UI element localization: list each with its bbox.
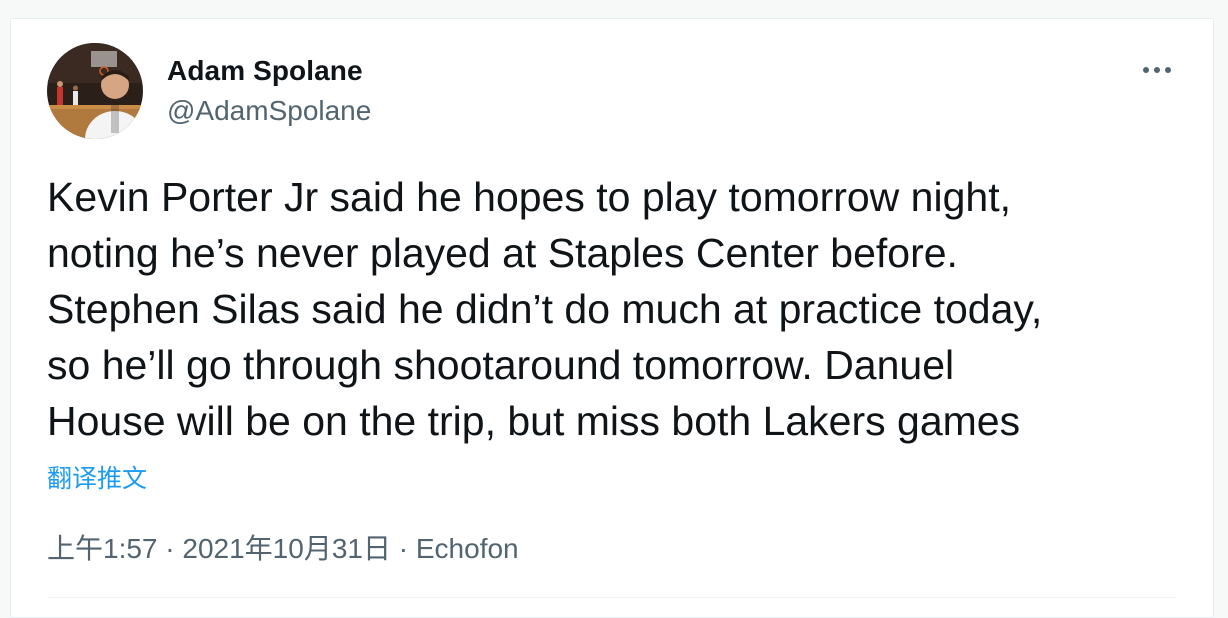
more-options-button[interactable] (1139, 55, 1175, 85)
translate-tweet-link[interactable]: 翻译推文 (47, 459, 147, 495)
author-name[interactable]: Adam Spolane (167, 55, 363, 87)
tweet-card: Adam Spolane @AdamSpolane Kevin Porter J… (10, 18, 1214, 618)
divider (47, 597, 1177, 598)
avatar[interactable] (47, 43, 143, 139)
tweet-date[interactable]: 2021年10月31日 (182, 533, 391, 564)
tweet-source[interactable]: Echofon (416, 533, 519, 564)
tweet-time[interactable]: 上午1:57 (47, 533, 158, 564)
tweet-text: Kevin Porter Jr said he hopes to play to… (47, 174, 1043, 444)
author-handle[interactable]: @AdamSpolane (167, 95, 371, 127)
meta-separator: · (165, 533, 175, 564)
meta-separator: · (398, 533, 409, 564)
tweet-metadata: 上午1:57 · 2021年10月31日 · Echofon (47, 527, 519, 567)
more-horizontal-icon (1143, 67, 1171, 73)
